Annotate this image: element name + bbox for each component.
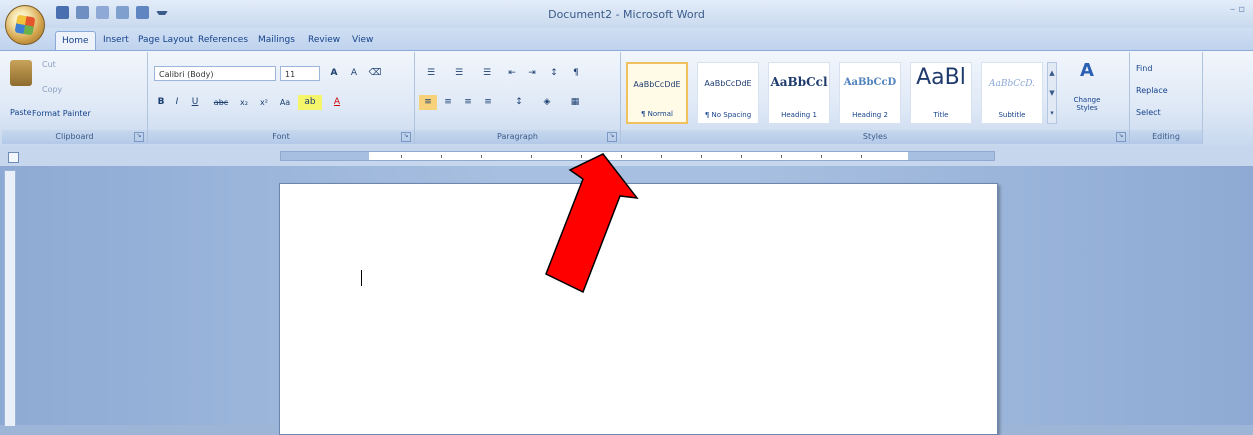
paste-button[interactable]: Paste — [10, 108, 32, 117]
paste-icon[interactable] — [10, 60, 32, 86]
window-title: Document2 - Microsoft Word — [548, 8, 705, 21]
tab-insert[interactable]: Insert — [97, 31, 135, 49]
style-name: Heading 1 — [781, 111, 817, 119]
italic-button[interactable]: I — [170, 95, 184, 110]
styles-launcher-icon[interactable]: ↘ — [1116, 132, 1126, 142]
styles-scroll-arrows-icon[interactable]: ▲ ▼ ▾ — [1047, 62, 1057, 124]
shrink-font-icon[interactable]: A — [345, 66, 363, 81]
style-sample: AaBbCcDdE — [633, 80, 681, 89]
tab-selector-icon[interactable] — [8, 152, 19, 163]
style-name: ¶ No Spacing — [704, 111, 752, 119]
office-button[interactable] — [5, 5, 45, 45]
line-spacing-icon[interactable]: ↕ — [507, 95, 531, 110]
style-sample: AaBbCcD. — [989, 79, 1035, 89]
font-group: Calibri (Body) 11 A A ⌫ B I U abc x₂ x² … — [148, 52, 415, 144]
office-logo-icon — [14, 14, 36, 36]
numbering-icon[interactable]: ☰ — [447, 66, 471, 81]
style-name: Title — [933, 111, 949, 119]
style-title[interactable]: AaBl Title — [910, 62, 972, 124]
strikethrough-button[interactable]: abc — [210, 95, 232, 110]
tab-review[interactable]: Review — [302, 31, 346, 49]
superscript-button[interactable]: x² — [256, 95, 272, 110]
window-controls[interactable]: – ▫ — [1230, 4, 1245, 15]
select-button[interactable]: Select — [1136, 108, 1161, 117]
style-name: Subtitle — [998, 111, 1026, 119]
sort-icon[interactable]: ↕ — [545, 66, 563, 81]
font-name-field[interactable]: Calibri (Body) — [154, 66, 276, 81]
format-painter-button[interactable]: Format Painter — [32, 109, 91, 118]
style-sample: AaBl — [916, 65, 966, 90]
align-left-icon[interactable]: ≡ — [419, 95, 437, 110]
borders-icon[interactable]: ▦ — [563, 95, 587, 110]
style-heading-2[interactable]: AaBbCcD Heading 2 — [839, 62, 901, 124]
editing-label: Editing — [1130, 130, 1202, 144]
cut-button[interactable]: Cut — [42, 60, 56, 69]
clipboard-group: Paste Cut Copy Format Painter Clipboard … — [2, 52, 148, 144]
vertical-ruler[interactable] — [4, 170, 16, 427]
copy-button[interactable]: Copy — [42, 85, 62, 94]
clear-formatting-icon[interactable]: ⌫ — [366, 66, 384, 81]
tab-references[interactable]: References — [192, 31, 254, 49]
align-center-icon[interactable]: ≡ — [439, 95, 457, 110]
editing-group: Find Replace Select Editing — [1130, 52, 1203, 144]
left-margin-area — [281, 152, 369, 160]
underline-button[interactable]: U — [188, 95, 202, 110]
grow-font-icon[interactable]: A — [324, 66, 344, 81]
tab-view[interactable]: View — [346, 31, 379, 49]
tab-mailings[interactable]: Mailings — [252, 31, 301, 49]
text-cursor — [361, 270, 362, 286]
style-no-spacing[interactable]: AaBbCcDdE ¶ No Spacing — [697, 62, 759, 124]
styles-label: Styles — [621, 130, 1129, 144]
style-subtitle[interactable]: AaBbCcD. Subtitle — [981, 62, 1043, 124]
style-sample: AaBbCcl — [770, 75, 828, 89]
font-launcher-icon[interactable]: ↘ — [401, 132, 411, 142]
highlight-color-icon[interactable]: ab — [298, 95, 322, 110]
style-sample: AaBbCcD — [843, 77, 897, 88]
find-button[interactable]: Find — [1136, 64, 1152, 73]
show-hide-icon[interactable]: ¶ — [567, 66, 585, 81]
tab-page-layout[interactable]: Page Layout — [132, 31, 199, 49]
clipboard-label: Clipboard — [2, 130, 147, 144]
change-case-button[interactable]: Aa — [276, 95, 294, 110]
font-size-field[interactable]: 11 — [280, 66, 320, 81]
bullets-icon[interactable]: ☰ — [419, 66, 443, 81]
style-name: Heading 2 — [852, 111, 888, 119]
align-right-icon[interactable]: ≡ — [459, 95, 477, 110]
replace-button[interactable]: Replace — [1136, 86, 1168, 95]
shading-icon[interactable]: ◈ — [535, 95, 559, 110]
justify-icon[interactable]: ≡ — [479, 95, 497, 110]
increase-indent-icon[interactable]: ⇥ — [523, 66, 541, 81]
paragraph-launcher-icon[interactable]: ↘ — [607, 132, 617, 142]
change-styles-button[interactable]: Change Styles — [1072, 96, 1102, 112]
bold-button[interactable]: B — [154, 95, 168, 110]
paragraph-group: ☰ ☰ ☰ ⇤ ⇥ ↕ ¶ ≡ ≡ ≡ ≡ ↕ ◈ ▦ Paragraph ↘ — [415, 52, 621, 144]
decrease-indent-icon[interactable]: ⇤ — [503, 66, 521, 81]
style-sample: AaBbCcDdE — [704, 79, 752, 88]
tab-home[interactable]: Home — [55, 31, 96, 50]
style-name: ¶ Normal — [640, 110, 673, 118]
style-normal[interactable]: AaBbCcDdE ¶ Normal — [626, 62, 688, 124]
change-styles-icon[interactable]: A — [1076, 60, 1098, 82]
right-margin-area — [908, 152, 994, 160]
style-heading-1[interactable]: AaBbCcl Heading 1 — [768, 62, 830, 124]
red-arrow-annotation — [545, 153, 639, 294]
font-label: Font — [148, 130, 414, 144]
subscript-button[interactable]: x₂ — [236, 95, 252, 110]
multilevel-list-icon[interactable]: ☰ — [475, 66, 499, 81]
font-color-button[interactable]: A — [328, 95, 346, 110]
clipboard-launcher-icon[interactable]: ↘ — [134, 132, 144, 142]
paragraph-label: Paragraph — [415, 130, 620, 144]
